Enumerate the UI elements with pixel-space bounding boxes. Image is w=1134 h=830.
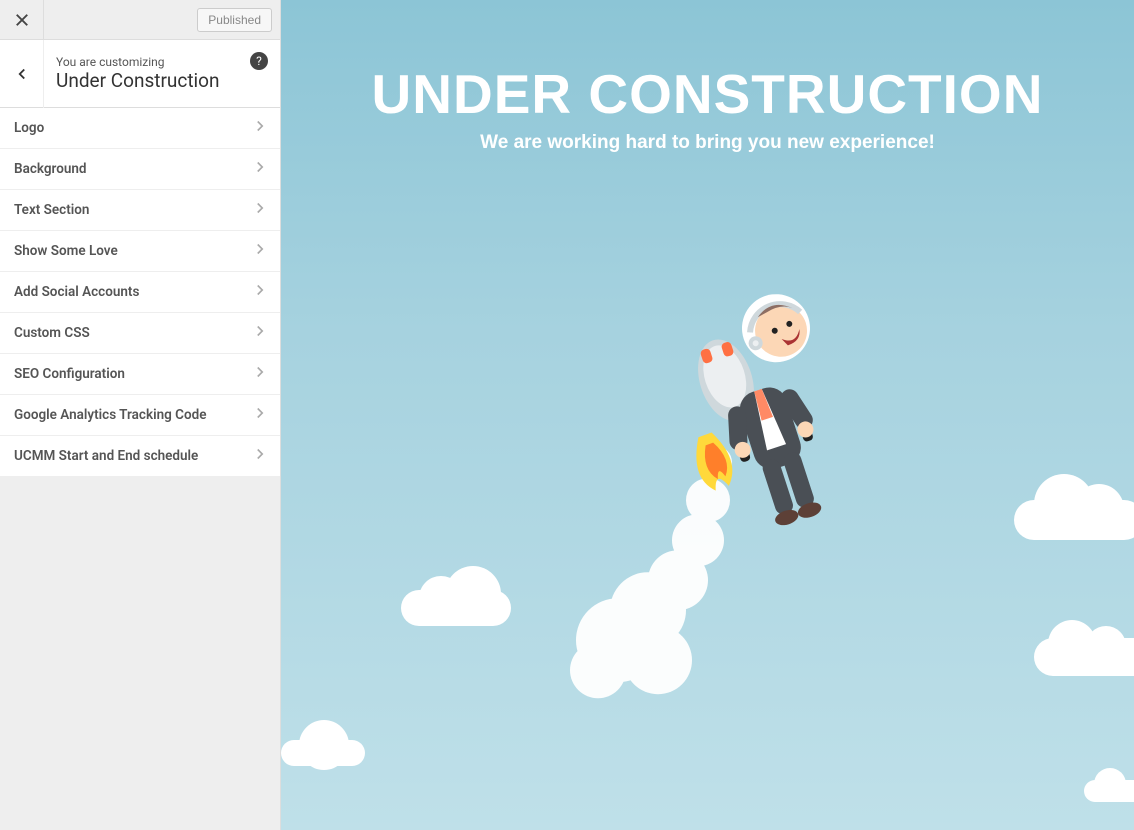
customizing-label: You are customizing <box>56 55 250 69</box>
chevron-right-icon <box>254 325 266 341</box>
chevron-right-icon <box>254 407 266 423</box>
close-button[interactable] <box>0 0 44 40</box>
menu-item-logo[interactable]: Logo <box>0 108 280 149</box>
menu-item-label: Text Section <box>14 202 89 218</box>
rocketman-illustration <box>558 240 858 700</box>
preview-title: UNDER CONSTRUCTION <box>281 62 1134 126</box>
menu-item-label: SEO Configuration <box>14 366 125 382</box>
menu-item-seo-configuration[interactable]: SEO Configuration <box>0 354 280 395</box>
menu-item-label: Google Analytics Tracking Code <box>14 407 206 423</box>
cloud-decoration <box>401 590 511 626</box>
preview-text: UNDER CONSTRUCTION We are working hard t… <box>281 0 1134 154</box>
publish-status-button[interactable]: Published <box>197 8 272 32</box>
cloud-decoration <box>1034 638 1134 676</box>
menu-item-label: Background <box>14 161 87 177</box>
menu-item-label: UCMM Start and End schedule <box>14 448 198 464</box>
preview-subtitle: We are working hard to bring you new exp… <box>281 132 1134 154</box>
chevron-right-icon <box>254 161 266 177</box>
chevron-right-icon <box>254 366 266 382</box>
chevron-right-icon <box>254 202 266 218</box>
cloud-decoration <box>1014 500 1134 540</box>
topbar: Published <box>0 0 280 40</box>
settings-menu: Logo Background Text Section Show Some Love… <box>0 108 280 477</box>
menu-item-ucmm-start-and-end-schedule[interactable]: UCMM Start and End schedule <box>0 436 280 477</box>
close-icon <box>15 13 29 27</box>
menu-item-add-social-accounts[interactable]: Add Social Accounts <box>0 272 280 313</box>
menu-item-background[interactable]: Background <box>0 149 280 190</box>
panel-title: Under Construction <box>56 69 250 92</box>
chevron-right-icon <box>254 284 266 300</box>
menu-item-google-analytics-tracking-code[interactable]: Google Analytics Tracking Code <box>0 395 280 436</box>
chevron-right-icon <box>254 243 266 259</box>
cloud-decoration <box>281 740 365 766</box>
menu-item-label: Custom CSS <box>14 325 90 341</box>
chevron-left-icon <box>16 68 28 80</box>
panel-header: You are customizing Under Construction ? <box>0 40 280 108</box>
preview-pane: UNDER CONSTRUCTION We are working hard t… <box>281 0 1134 830</box>
menu-item-text-section[interactable]: Text Section <box>0 190 280 231</box>
menu-item-label: Show Some Love <box>14 243 118 259</box>
menu-item-show-some-love[interactable]: Show Some Love <box>0 231 280 272</box>
chevron-right-icon <box>254 120 266 136</box>
help-button[interactable]: ? <box>250 52 268 70</box>
customizer-sidebar: Published You are customizing Under Cons… <box>0 0 281 830</box>
panel-header-text: You are customizing Under Construction <box>44 55 250 92</box>
menu-item-label: Add Social Accounts <box>14 284 139 300</box>
chevron-right-icon <box>254 448 266 464</box>
cloud-decoration <box>1084 780 1134 802</box>
menu-item-custom-css[interactable]: Custom CSS <box>0 313 280 354</box>
menu-item-label: Logo <box>14 120 44 136</box>
back-button[interactable] <box>0 40 44 108</box>
